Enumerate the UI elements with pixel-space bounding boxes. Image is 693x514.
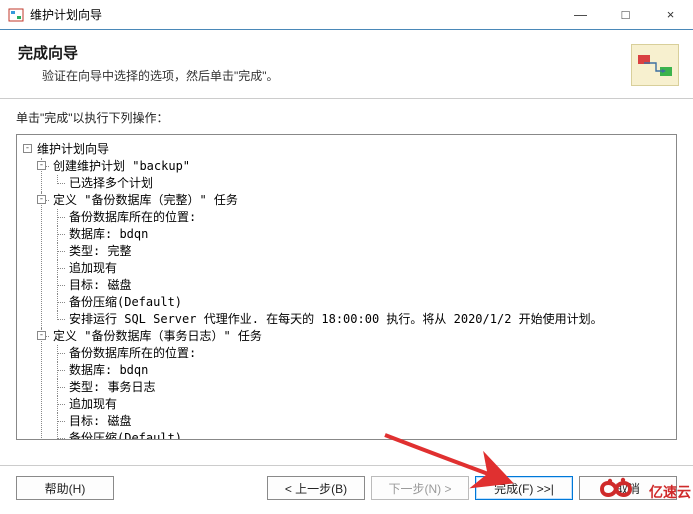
help-button[interactable]: 帮助(H): [16, 476, 114, 500]
titlebar: 维护计划向导 — □ ×: [0, 0, 693, 30]
tree-toggle[interactable]: -: [37, 195, 46, 204]
tree-toggle[interactable]: -: [23, 144, 32, 153]
page-subtitle: 验证在向导中选择的选项，然后单击"完成"。: [42, 67, 675, 84]
instruction-label: 单击"完成"以执行下列操作：: [16, 109, 677, 126]
app-icon: [8, 7, 24, 23]
button-bar: 帮助(H) < 上一步(B) 下一步(N) > 完成(F) >>| 取消: [0, 465, 693, 514]
close-button[interactable]: ×: [648, 0, 693, 29]
tree-node: 定义 "备份数据库（事务日志）" 任务: [53, 329, 262, 343]
tree-leaf: 目标: 磁盘: [69, 278, 131, 292]
window-title: 维护计划向导: [30, 6, 558, 23]
maximize-button[interactable]: □: [603, 0, 648, 29]
window-controls: — □ ×: [558, 0, 693, 29]
tree-toggle[interactable]: -: [37, 161, 46, 170]
tree-leaf: 备份压缩(Default): [69, 295, 182, 309]
tree-leaf: 类型: 完整: [69, 244, 131, 258]
tree-leaf: 备份数据库所在的位置:: [69, 346, 196, 360]
tree-leaf: 备份数据库所在的位置:: [69, 210, 196, 224]
content-area: 单击"完成"以执行下列操作： - 维护计划向导 - 创建维护计划 "backup…: [0, 99, 693, 440]
summary-tree[interactable]: - 维护计划向导 - 创建维护计划 "backup" 已选择多个计划 - 定义 …: [16, 134, 677, 440]
tree-leaf: 追加现有: [69, 261, 117, 275]
wizard-header: 完成向导 验证在向导中选择的选项，然后单击"完成"。: [0, 30, 693, 99]
page-title: 完成向导: [18, 42, 675, 63]
tree-leaf: 类型: 事务日志: [69, 380, 155, 394]
finish-button[interactable]: 完成(F) >>|: [475, 476, 573, 500]
tree-leaf: 已选择多个计划: [69, 176, 153, 190]
tree-leaf: 安排运行 SQL Server 代理作业. 在每天的 18:00:00 执行。将…: [69, 312, 603, 326]
tree-node: 创建维护计划 "backup": [53, 159, 190, 173]
minimize-button[interactable]: —: [558, 0, 603, 29]
tree-leaf: 追加现有: [69, 397, 117, 411]
tree-leaf: 数据库: bdqn: [69, 363, 148, 377]
tree-node: 定义 "备份数据库（完整）" 任务: [53, 193, 238, 207]
tree-leaf: 备份压缩(Default): [69, 431, 182, 440]
tree-leaf: 目标: 磁盘: [69, 414, 131, 428]
tree-toggle[interactable]: -: [37, 331, 46, 340]
tree-root: 维护计划向导: [37, 142, 109, 156]
cancel-button[interactable]: 取消: [579, 476, 677, 500]
back-button[interactable]: < 上一步(B): [267, 476, 365, 500]
wizard-banner-icon: [631, 44, 679, 86]
tree-leaf: 数据库: bdqn: [69, 227, 148, 241]
next-button: 下一步(N) >: [371, 476, 469, 500]
